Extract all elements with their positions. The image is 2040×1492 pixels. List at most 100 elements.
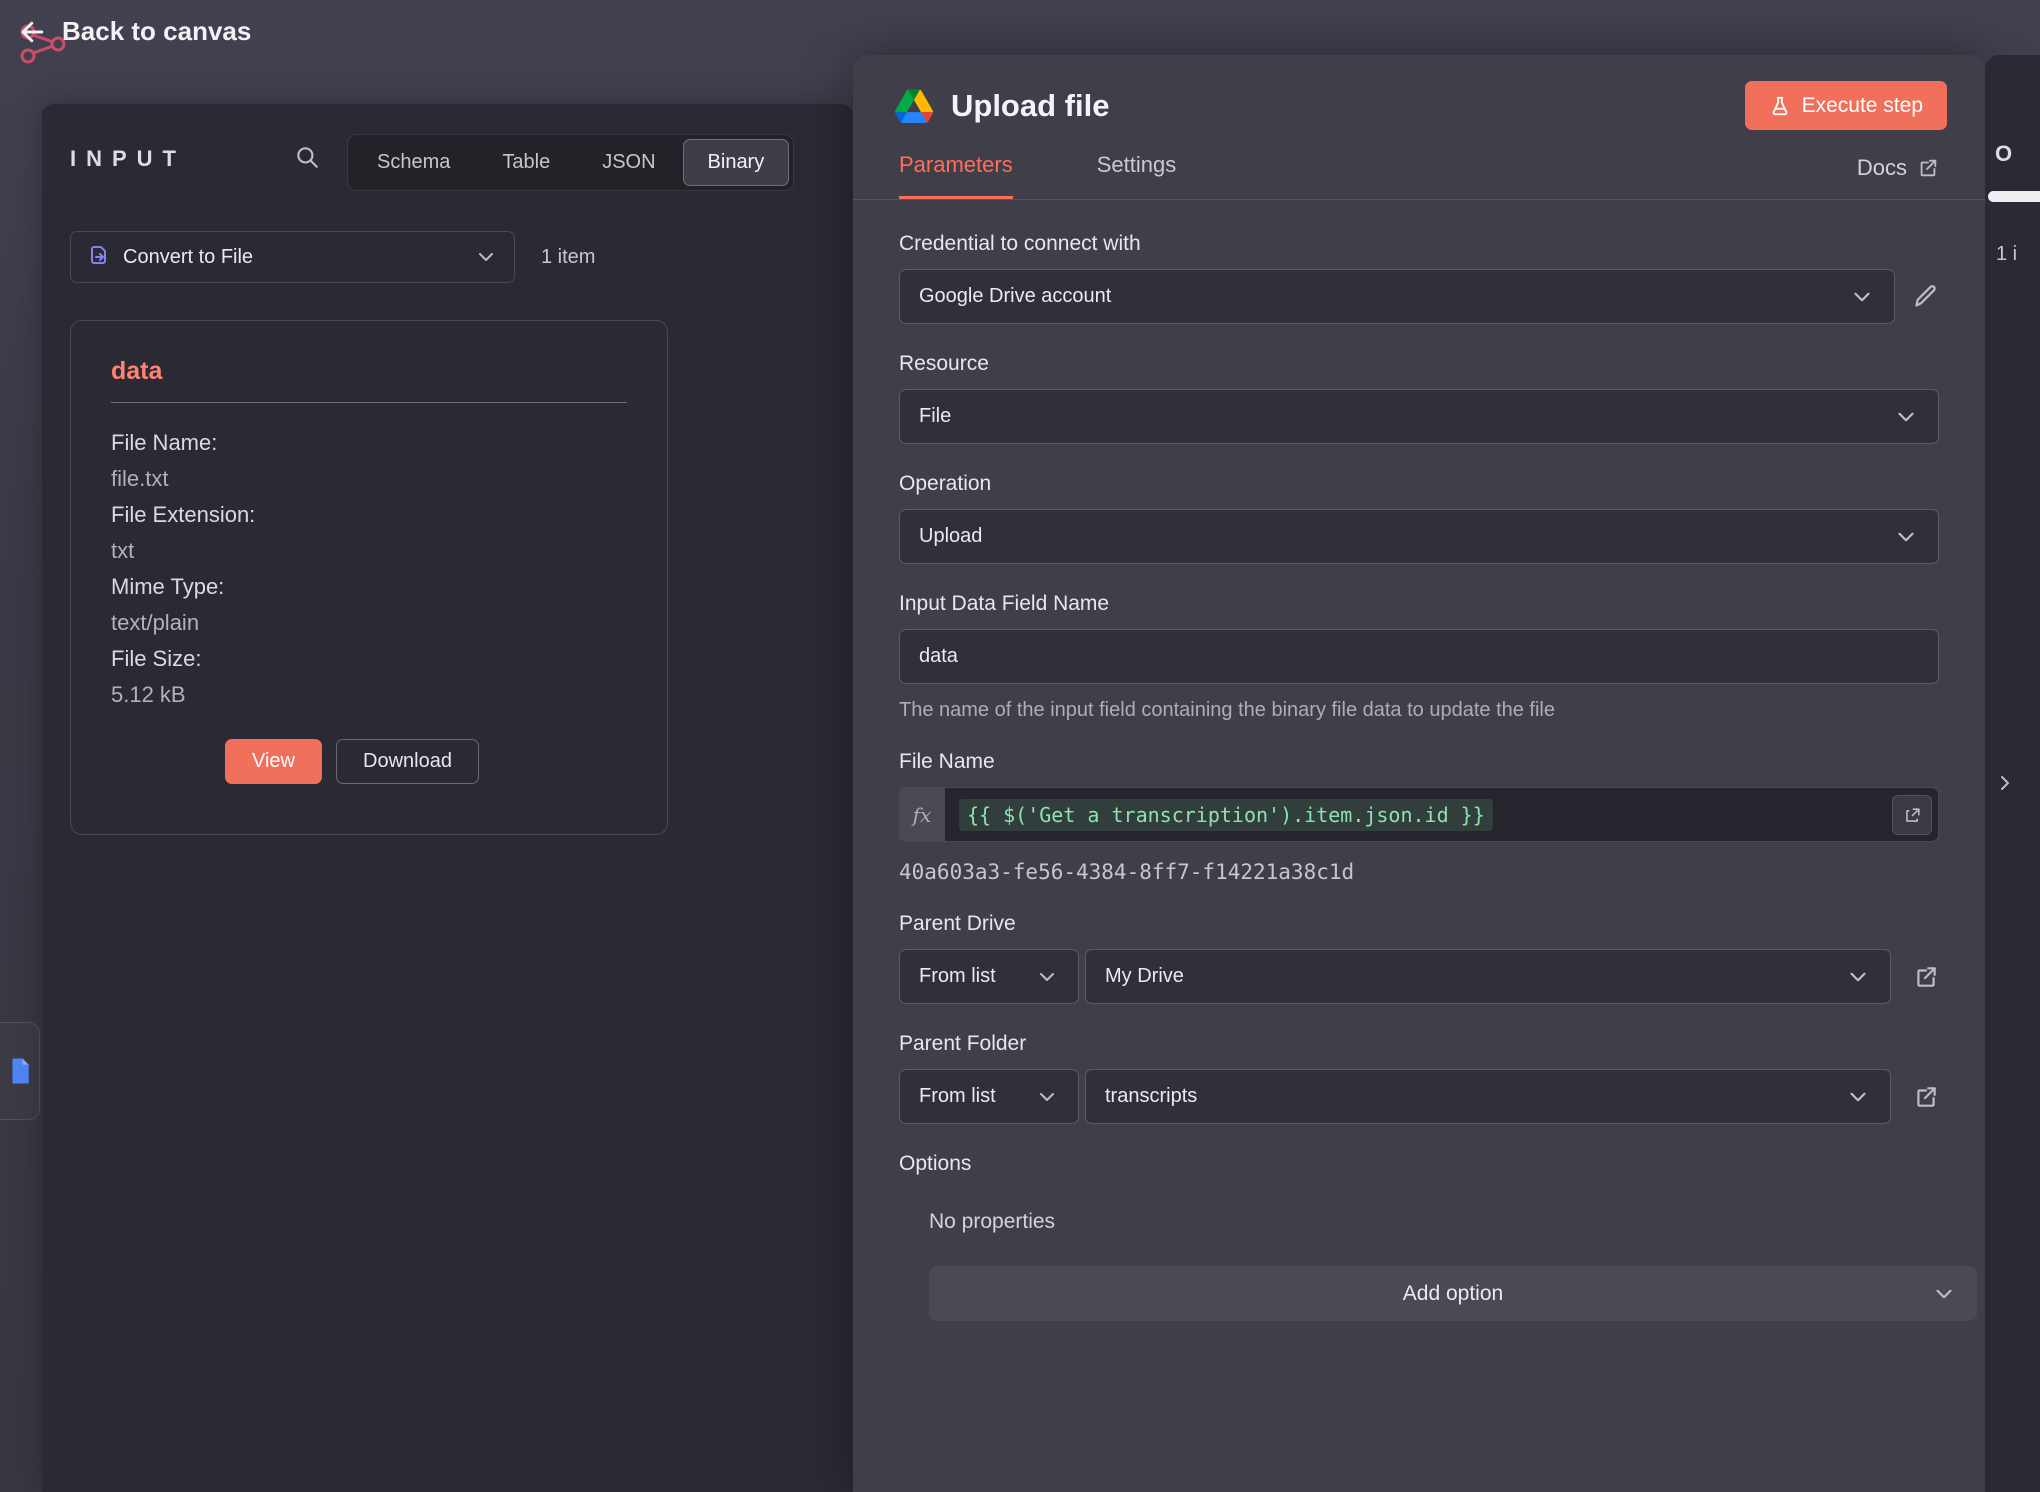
open-folder-external-icon[interactable] — [1913, 1084, 1939, 1110]
open-expression-editor-icon — [1903, 806, 1922, 825]
input-data-field-hint: The name of the input field containing t… — [899, 699, 1939, 722]
output-panel-partial: O 1 i — [1985, 55, 2040, 1492]
binary-field-label: File Name: — [111, 425, 627, 461]
chevron-right-icon[interactable] — [1993, 771, 2017, 795]
parent-folder-mode-select[interactable]: From list — [899, 1069, 1079, 1124]
parent-folder-select[interactable]: transcripts — [1085, 1069, 1891, 1124]
ndv-tabs: Parameters Settings Docs — [853, 130, 1985, 200]
parent-folder-value: transcripts — [1105, 1085, 1197, 1108]
resource-value: File — [919, 405, 951, 428]
divider — [111, 402, 627, 403]
operation-value: Upload — [919, 525, 982, 548]
binary-field-row: File Name: file.txt — [111, 425, 627, 497]
tab-table[interactable]: Table — [477, 139, 575, 186]
add-option-button[interactable]: Add option — [929, 1266, 1977, 1321]
expression-code: {{ $('Get a transcription').item.json.id… — [959, 799, 1493, 831]
tab-json[interactable]: JSON — [577, 139, 680, 186]
parent-folder-row: From list transcripts — [899, 1069, 1939, 1124]
output-item-count: 1 i — [1996, 243, 2017, 266]
chevron-down-icon — [474, 245, 498, 269]
parent-drive-mode-value: From list — [919, 965, 996, 988]
binary-actions: View Download — [225, 739, 627, 784]
tab-settings[interactable]: Settings — [1097, 152, 1177, 199]
parent-drive-value: My Drive — [1105, 965, 1184, 988]
binary-field-label: Mime Type: — [111, 569, 627, 605]
chevron-down-icon — [1931, 1281, 1957, 1307]
file-node-icon — [5, 1056, 35, 1086]
options-empty-text: No properties — [929, 1210, 1939, 1234]
chevron-down-icon — [1035, 965, 1059, 989]
parent-folder-label: Parent Folder — [899, 1032, 1939, 1056]
file-name-label: File Name — [899, 750, 1939, 774]
back-to-canvas-link[interactable]: Back to canvas — [62, 16, 251, 47]
credential-label: Credential to connect with — [899, 232, 1939, 256]
binary-field-value: txt — [111, 533, 627, 569]
tab-parameters[interactable]: Parameters — [899, 152, 1013, 199]
input-source-row: Convert to File 1 item — [70, 231, 595, 283]
topbar: Back to canvas — [18, 16, 251, 47]
output-panel-title: O — [1995, 141, 2022, 167]
binary-field-row: File Extension: txt — [111, 497, 627, 569]
panel-resize-handle[interactable] — [1988, 191, 2040, 202]
operation-select[interactable]: Upload — [899, 509, 1939, 564]
chevron-down-icon — [1845, 1084, 1871, 1110]
chevron-down-icon — [1849, 284, 1875, 310]
input-source-select[interactable]: Convert to File — [70, 231, 515, 283]
parent-drive-select[interactable]: My Drive — [1085, 949, 1891, 1004]
credential-select[interactable]: Google Drive account — [899, 269, 1895, 324]
parent-drive-mode-select[interactable]: From list — [899, 949, 1079, 1004]
tab-schema[interactable]: Schema — [352, 139, 475, 186]
execute-step-button[interactable]: Execute step — [1745, 81, 1947, 130]
chevron-down-icon — [1893, 404, 1919, 430]
credential-value: Google Drive account — [919, 285, 1111, 308]
parent-drive-label: Parent Drive — [899, 912, 1939, 936]
input-data-field-input[interactable] — [899, 629, 1939, 684]
download-button[interactable]: Download — [336, 739, 479, 784]
binary-field-label: File Extension: — [111, 497, 627, 533]
google-drive-icon — [895, 89, 933, 123]
file-name-expression-field[interactable]: {{ $('Get a transcription').item.json.id… — [945, 787, 1939, 842]
input-data-field-label: Input Data Field Name — [899, 592, 1939, 616]
open-drive-external-icon[interactable] — [1913, 964, 1939, 990]
expression-result: 40a603a3-fe56-4384-8ff7-f14221a38c1d — [899, 860, 1939, 884]
binary-data-card: data File Name: file.txt File Extension:… — [70, 320, 668, 835]
parent-folder-mode-value: From list — [919, 1085, 996, 1108]
docs-link[interactable]: Docs — [1857, 155, 1939, 199]
docs-label: Docs — [1857, 155, 1907, 181]
flask-icon — [1769, 95, 1791, 117]
back-arrow-icon[interactable] — [18, 17, 48, 47]
binary-field-value: 5.12 kB — [111, 677, 627, 713]
resource-label: Resource — [899, 352, 1939, 376]
credential-row: Google Drive account — [899, 269, 1939, 324]
canvas-node-partial[interactable] — [0, 1022, 40, 1120]
chevron-down-icon — [1845, 964, 1871, 990]
ndv-header: Upload file Execute step — [853, 55, 1985, 130]
binary-field-row: File Size: 5.12 kB — [111, 641, 627, 713]
add-option-label: Add option — [1403, 1282, 1503, 1306]
input-item-count: 1 item — [541, 246, 595, 269]
input-source-value: Convert to File — [123, 246, 253, 269]
binary-field-row: Mime Type: text/plain — [111, 569, 627, 641]
input-view-tabs: Schema Table JSON Binary — [347, 134, 794, 191]
input-panel-title: INPUT — [70, 146, 186, 172]
search-icon[interactable] — [294, 144, 320, 170]
chevron-down-icon — [1035, 1085, 1059, 1109]
fx-badge[interactable]: fx — [899, 787, 945, 842]
node-detail-view: Upload file Execute step Parameters Sett… — [853, 55, 1985, 1492]
convert-to-file-icon — [87, 245, 111, 269]
binary-field-label: File Size: — [111, 641, 627, 677]
operation-label: Operation — [899, 472, 1939, 496]
input-panel: INPUT Schema Table JSON Binary Convert t… — [42, 104, 853, 1492]
tab-binary[interactable]: Binary — [683, 139, 790, 186]
binary-field-value: file.txt — [111, 461, 627, 497]
open-expression-editor-button[interactable] — [1892, 795, 1932, 835]
binary-field-value: text/plain — [111, 605, 627, 641]
parent-drive-row: From list My Drive — [899, 949, 1939, 1004]
view-button[interactable]: View — [225, 739, 322, 784]
edit-credential-icon[interactable] — [1912, 283, 1939, 310]
options-label: Options — [899, 1152, 1939, 1176]
resource-select[interactable]: File — [899, 389, 1939, 444]
binary-key: data — [111, 357, 627, 386]
external-link-icon — [1917, 157, 1939, 179]
node-title: Upload file — [951, 88, 1109, 124]
